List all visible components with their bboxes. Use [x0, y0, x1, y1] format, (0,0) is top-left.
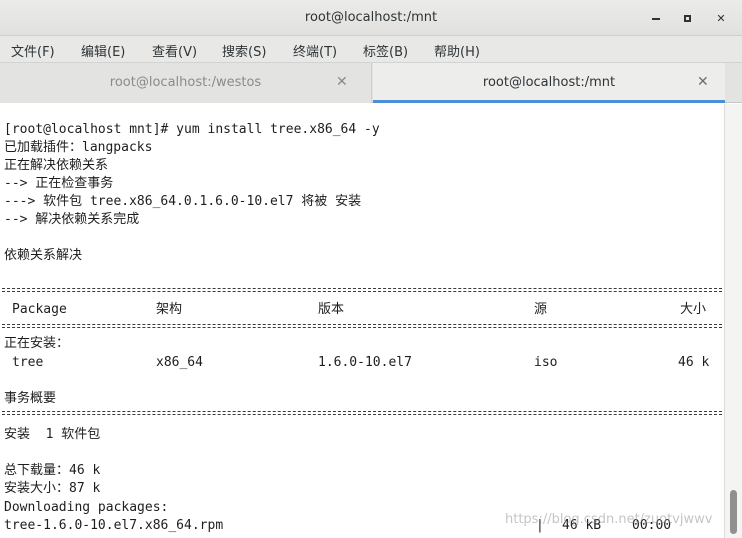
menu-edit[interactable]: 编辑(E)	[81, 41, 125, 60]
menu-search[interactable]: 搜索(S)	[222, 41, 266, 60]
package-repo: iso	[534, 355, 558, 370]
terminal-window: root@localhost:/mnt ✕ 文件(F) 编辑(E) 查看(V) …	[0, 0, 742, 538]
scrollbar-thumb[interactable]	[730, 490, 737, 534]
menu-bar: 文件(F) 编辑(E) 查看(V) 搜索(S) 终端(T) 标签(B) 帮助(H…	[0, 36, 742, 63]
header-size: 大小	[680, 302, 707, 317]
separator-rule	[2, 411, 722, 415]
menu-file[interactable]: 文件(F)	[11, 41, 55, 60]
terminal-line: tree-1.6.0-10.el7.x86_64.rpm	[4, 518, 224, 533]
menu-help[interactable]: 帮助(H)	[434, 41, 480, 60]
maximize-icon	[683, 15, 691, 22]
terminal-line: 正在解决依赖关系	[4, 158, 109, 173]
menu-tabs[interactable]: 标签(B)	[363, 41, 408, 60]
package-version: 1.6.0-10.el7	[318, 355, 412, 370]
package-size: 46 k	[678, 355, 710, 370]
package-name: tree	[12, 355, 44, 370]
menu-view[interactable]: 查看(V)	[152, 41, 197, 60]
tab-mnt[interactable]: root@localhost:/mnt ✕	[373, 63, 725, 103]
header-repo: 源	[534, 302, 548, 317]
close-icon[interactable]: ✕	[697, 74, 709, 90]
close-icon[interactable]: ✕	[336, 74, 348, 90]
terminal-line: 总下载量：46 k	[4, 463, 101, 478]
terminal-line: 安装 1 软件包	[4, 427, 101, 442]
terminal-line: --> 解决依赖关系完成	[4, 212, 140, 227]
watermark: https://blog.csdn.net/zuotvjwwv	[505, 512, 713, 527]
menu-terminal[interactable]: 终端(T)	[293, 41, 337, 60]
tab-westos-label: root@localhost:/westos	[109, 75, 262, 90]
terminal-line: 依赖关系解决	[4, 248, 83, 263]
vertical-scrollbar[interactable]	[724, 104, 742, 538]
maximize-button[interactable]	[679, 10, 695, 26]
tab-bar: root@localhost:/westos ✕ root@localhost:…	[0, 63, 742, 103]
terminal-line: 正在安装：	[4, 336, 70, 351]
terminal-line: Downloading packages:	[4, 500, 169, 515]
terminal-output[interactable]: [root@localhost mnt]# yum install tree.x…	[0, 104, 724, 538]
header-version: 版本	[318, 302, 345, 317]
header-arch: 架构	[156, 302, 183, 317]
minimize-button[interactable]	[648, 10, 664, 26]
separator-rule	[2, 324, 722, 328]
title-bar[interactable]: root@localhost:/mnt ✕	[0, 0, 742, 36]
terminal-line: --> 正在检查事务	[4, 176, 114, 191]
terminal-line: [root@localhost mnt]# yum install tree.x…	[4, 122, 380, 137]
terminal-line: 已加载插件：langpacks	[4, 140, 153, 155]
header-package: Package	[12, 302, 67, 317]
tab-westos[interactable]: root@localhost:/westos ✕	[0, 63, 372, 103]
terminal-line: ---> 软件包 tree.x86_64.0.1.6.0-10.el7 将被 安…	[4, 194, 362, 209]
close-button[interactable]: ✕	[713, 10, 729, 26]
window-title: root@localhost:/mnt	[304, 10, 438, 25]
minimize-icon	[652, 17, 660, 20]
tab-mnt-label: root@localhost:/mnt	[482, 75, 616, 90]
close-icon: ✕	[716, 12, 726, 25]
terminal-line: 安装大小：87 k	[4, 481, 101, 496]
package-arch: x86_64	[156, 355, 203, 370]
separator-rule	[2, 288, 722, 292]
terminal-line: 事务概要	[4, 391, 57, 406]
